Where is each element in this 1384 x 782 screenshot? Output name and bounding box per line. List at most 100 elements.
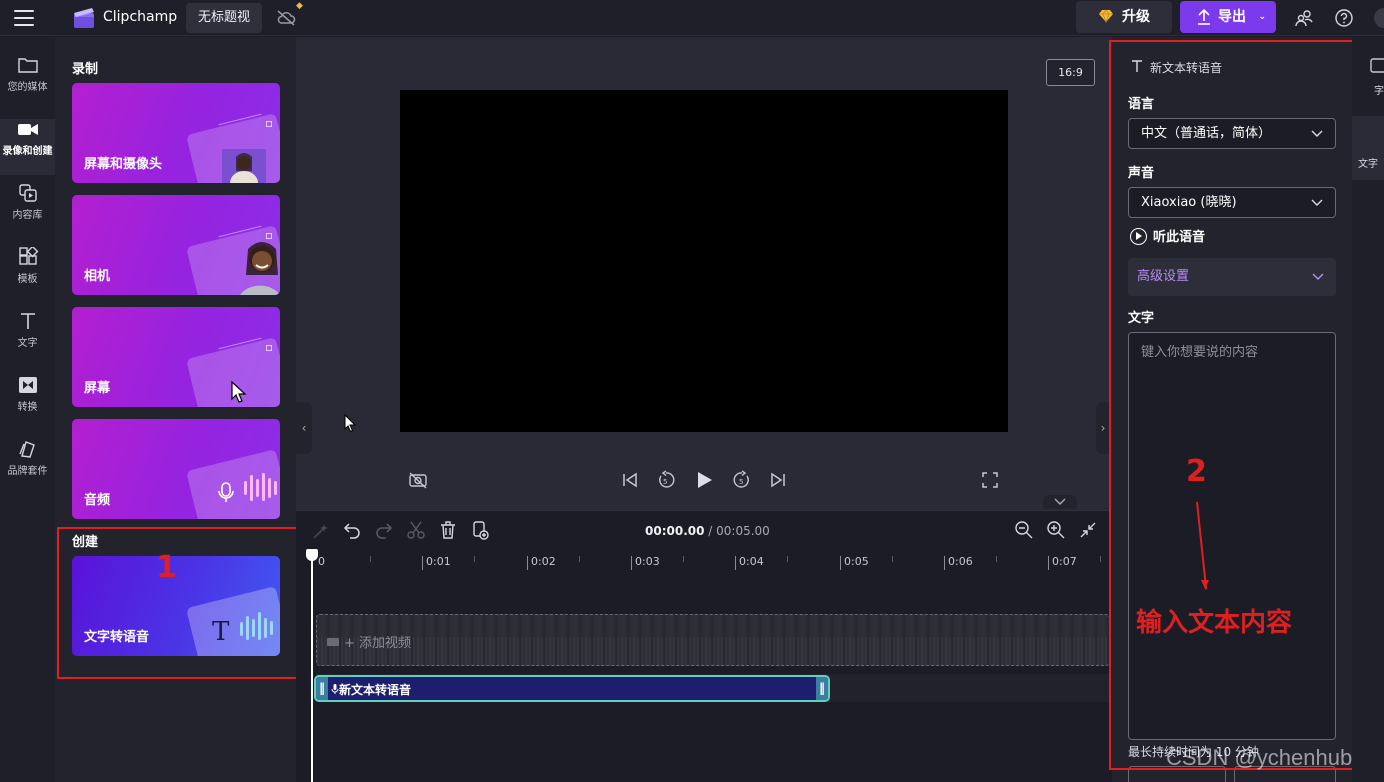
clip-trim-handle-right[interactable]: ‖: [816, 677, 828, 700]
undo-icon[interactable]: [342, 520, 362, 540]
card-decoration-square: [266, 121, 272, 127]
zoom-in-icon[interactable]: [1046, 520, 1066, 540]
screen-card[interactable]: 屏幕: [72, 307, 280, 407]
aspect-ratio-button[interactable]: 16:9: [1046, 59, 1095, 86]
nav-item-templates[interactable]: 模板: [0, 247, 55, 303]
clip-trim-handle-left[interactable]: ‖: [316, 677, 328, 700]
annotation-hint: 输入文本内容: [1136, 608, 1293, 638]
ruler-minor-tick: [996, 556, 997, 562]
nav-item-text[interactable]: 文字: [0, 311, 55, 367]
captions-icon[interactable]: [1370, 58, 1384, 74]
ruler-tick-label: 0:02: [531, 555, 556, 568]
right-tab-label[interactable]: 文字: [1358, 155, 1378, 170]
nav-item-record-create[interactable]: 录像和创建: [0, 119, 55, 175]
clipchamp-logo-icon: [74, 8, 94, 28]
video-preview: [400, 90, 1008, 432]
audio-card[interactable]: 音频: [72, 419, 280, 519]
magic-wand-icon[interactable]: [310, 522, 330, 542]
gem-icon: [1099, 9, 1113, 23]
collapse-right-panel-button[interactable]: ›: [1096, 402, 1110, 454]
nav-item-label: 录像和创建: [2, 146, 53, 157]
nav-item-label: 模板: [17, 274, 38, 285]
folder-icon: [17, 58, 38, 73]
nav-item-your-media[interactable]: 您的媒体: [0, 55, 55, 111]
app-name: Clipchamp: [103, 9, 178, 25]
ruler-minor-tick: [683, 556, 684, 562]
nav-item-brand-kit[interactable]: 品牌套件: [0, 439, 55, 495]
ruler-tick-label: 0:04: [739, 555, 764, 568]
redo-icon[interactable]: [374, 520, 394, 540]
library-icon: [18, 184, 37, 202]
ruler-minor-tick: [787, 556, 788, 562]
share-people-icon[interactable]: [1294, 8, 1314, 28]
ruler-major-tick: [840, 556, 841, 570]
collapse-preview-button[interactable]: [1043, 495, 1077, 509]
help-icon[interactable]: [1334, 8, 1354, 28]
right-tab-label[interactable]: 字: [1374, 82, 1384, 97]
ruler-tick-label: 0:05: [844, 555, 869, 568]
brand-kit-icon: [18, 441, 35, 458]
export-button[interactable]: 导出 ⌄: [1180, 1, 1276, 33]
annotation-box-2: [1109, 40, 1381, 770]
card-label: 屏幕和摄像头: [84, 157, 163, 172]
person-thumbnail: [222, 149, 266, 183]
svg-text:5: 5: [739, 478, 743, 486]
record-section-title: 录制: [72, 62, 99, 77]
forward-5-icon[interactable]: 5: [732, 470, 752, 490]
video-track-drop-zone[interactable]: [316, 614, 1110, 666]
current-time: 00:00.00: [645, 524, 705, 538]
ruler-tick-label: 0:07: [1052, 555, 1077, 568]
nav-item-transitions[interactable]: 转换: [0, 375, 55, 431]
playhead-line[interactable]: [311, 556, 313, 782]
templates-icon: [18, 247, 38, 265]
microphone-icon: [331, 684, 339, 694]
ruler-major-tick: [735, 556, 736, 570]
video-placeholder-icon: [327, 638, 339, 646]
skip-back-icon[interactable]: [620, 470, 640, 490]
fit-timeline-icon[interactable]: [1078, 520, 1098, 540]
collapse-left-panel-button[interactable]: ‹: [296, 402, 312, 454]
cloud-off-icon[interactable]: [276, 9, 296, 27]
screen-and-camera-card[interactable]: 屏幕和摄像头: [72, 83, 280, 183]
skip-forward-icon[interactable]: [768, 470, 788, 490]
fullscreen-icon[interactable]: [980, 470, 1000, 490]
transition-icon: [18, 377, 37, 393]
ruler-major-tick: [944, 556, 945, 570]
ruler-tick-label: 0: [318, 555, 325, 568]
annotation-number-1: 1: [156, 550, 177, 585]
nav-item-label: 转换: [17, 402, 38, 413]
right-tab-text-active[interactable]: [1352, 116, 1384, 180]
upgrade-label: 升级: [1122, 9, 1150, 25]
mouse-cursor-icon: [344, 413, 357, 433]
playhead-handle[interactable]: [306, 549, 318, 561]
mouse-cursor-icon: [231, 380, 247, 403]
avatar[interactable]: [1374, 8, 1384, 28]
svg-text:5: 5: [663, 478, 667, 486]
trash-icon[interactable]: [438, 520, 458, 540]
ruler-major-tick: [527, 556, 528, 570]
tts-clip[interactable]: ‖ 新文本转语音 ‖: [314, 675, 830, 702]
card-label: 音频: [84, 493, 111, 508]
microphone-waveform-icon: [218, 473, 277, 502]
project-title[interactable]: 无标题视: [186, 3, 263, 33]
nav-item-label: 内容库: [12, 210, 43, 221]
chevron-down-icon: ⌄: [1258, 12, 1266, 22]
ruler-major-tick: [631, 556, 632, 570]
play-icon[interactable]: [694, 470, 714, 490]
rewind-5-icon[interactable]: 5: [656, 470, 676, 490]
clipchamp-app: Clipchamp 无标题视 ◆ 升级 导出 ⌄ 您的媒体 录像和创建 内容库 …: [0, 0, 1384, 782]
scissors-icon[interactable]: [406, 520, 426, 540]
duplicate-add-icon[interactable]: [470, 520, 490, 540]
nav-item-label: 品牌套件: [7, 466, 48, 477]
nav-item-content-library[interactable]: 内容库: [0, 183, 55, 239]
add-video-label[interactable]: + 添加视频: [326, 632, 411, 651]
time-separator: /: [704, 524, 717, 538]
camera-off-icon[interactable]: [408, 470, 428, 490]
card-label: 屏幕: [84, 381, 111, 396]
camera-card[interactable]: 相机: [72, 195, 280, 295]
hamburger-menu-icon[interactable]: [14, 10, 34, 26]
upgrade-button[interactable]: 升级: [1076, 1, 1172, 33]
zoom-out-icon[interactable]: [1014, 520, 1034, 540]
nav-item-label: 您的媒体: [7, 82, 48, 93]
person-thumbnail: [240, 242, 280, 295]
